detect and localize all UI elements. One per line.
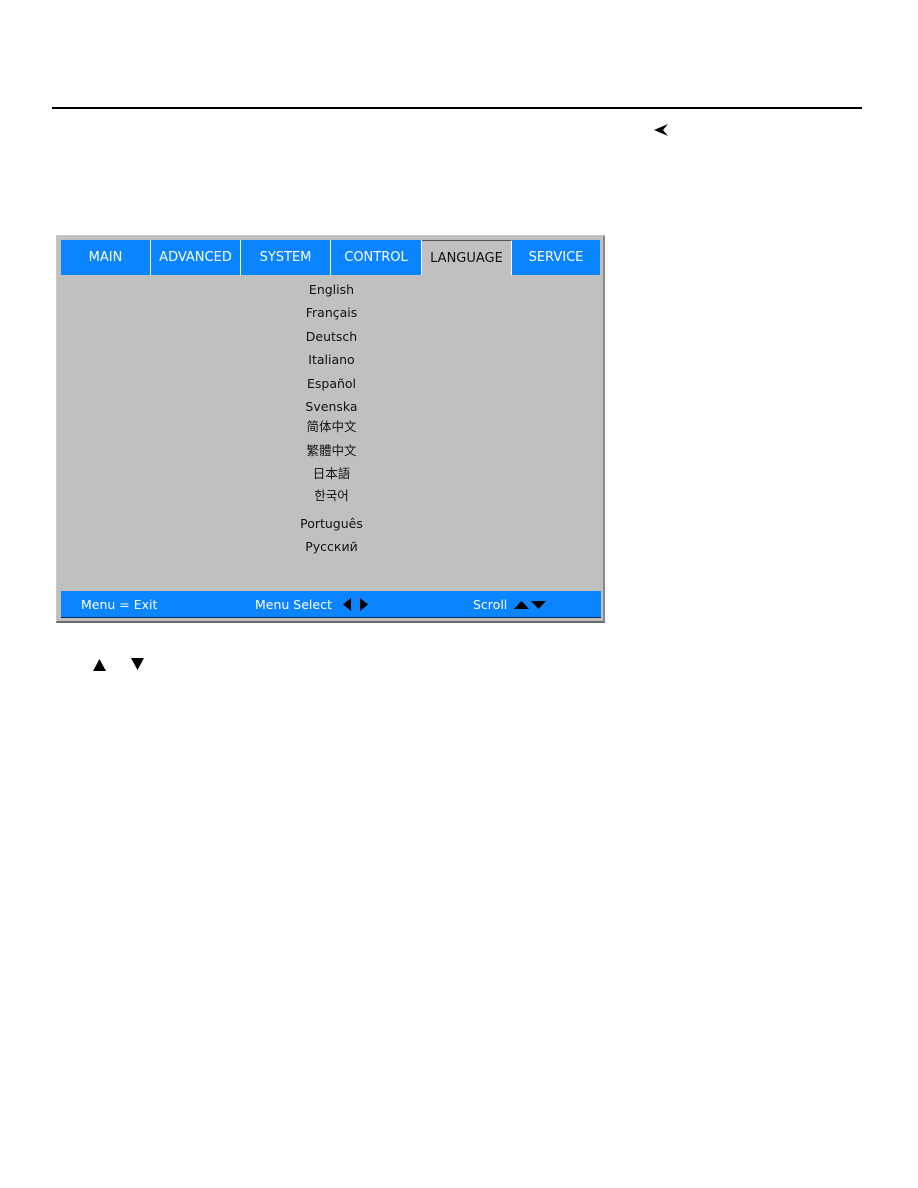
language-option-korean[interactable]: 한국어 — [57, 487, 606, 505]
language-option-italian[interactable]: Italiano — [57, 351, 606, 369]
language-option-portuguese[interactable]: Português — [57, 515, 606, 533]
tab-advanced[interactable]: ADVANCED — [151, 240, 241, 275]
tab-main[interactable]: MAIN — [61, 240, 151, 275]
language-option-simplified-chinese[interactable]: 简体中文 — [57, 418, 606, 436]
left-arrow-icon — [654, 124, 668, 136]
up-arrow-icon — [93, 659, 106, 671]
language-option-spanish[interactable]: Español — [57, 375, 606, 393]
osd-language-menu: MAIN ADVANCED SYSTEM CONTROL LANGUAGE SE… — [56, 235, 605, 623]
language-option-japanese[interactable]: 日本語 — [57, 465, 606, 483]
language-option-french[interactable]: Français — [57, 304, 606, 322]
tab-language[interactable]: LANGUAGE — [422, 240, 512, 275]
exit-hint: Menu = Exit — [81, 597, 158, 612]
header-rule — [52, 107, 862, 109]
left-arrow-icon — [343, 598, 351, 611]
right-arrow-icon — [360, 598, 368, 611]
tab-system[interactable]: SYSTEM — [241, 240, 331, 275]
language-option-russian[interactable]: Русский — [57, 538, 606, 556]
tab-service[interactable]: SERVICE — [512, 240, 600, 275]
down-arrow-icon — [531, 601, 546, 609]
tab-control[interactable]: CONTROL — [331, 240, 422, 275]
up-arrow-icon — [514, 601, 529, 609]
language-option-german[interactable]: Deutsch — [57, 328, 606, 346]
select-hint: Menu Select — [255, 597, 332, 612]
scroll-hint: Scroll — [473, 597, 508, 612]
language-option-traditional-chinese[interactable]: 繁體中文 — [57, 442, 606, 460]
language-option-english[interactable]: English — [57, 281, 606, 299]
language-option-swedish[interactable]: Svenska — [57, 398, 606, 416]
down-arrow-icon — [131, 658, 144, 670]
menu-footer: Menu = Exit Menu Select Scroll — [61, 591, 601, 618]
menu-tabs: MAIN ADVANCED SYSTEM CONTROL LANGUAGE SE… — [61, 240, 600, 275]
